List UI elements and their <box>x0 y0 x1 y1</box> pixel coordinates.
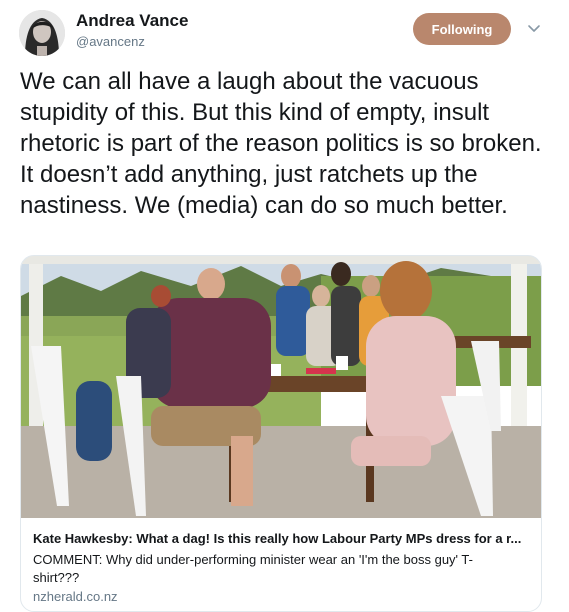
card-description: COMMENT: Why did under-performing minist… <box>33 552 473 585</box>
following-button[interactable]: Following <box>413 13 511 45</box>
card-domain: nzherald.co.nz <box>33 589 118 604</box>
avatar[interactable] <box>19 10 65 56</box>
tweet-text: We can all have a laugh about the vacuou… <box>20 68 542 219</box>
link-card[interactable]: Kate Hawkesby: What a dag! Is this reall… <box>20 255 542 612</box>
user-handle[interactable]: @avancenz <box>76 34 145 49</box>
card-image[interactable] <box>21 256 541 518</box>
card-title[interactable]: Kate Hawkesby: What a dag! Is this reall… <box>33 531 533 546</box>
avatar-photo <box>19 10 65 56</box>
user-name[interactable]: Andrea Vance <box>76 11 188 31</box>
chevron-down-icon[interactable] <box>526 21 542 37</box>
